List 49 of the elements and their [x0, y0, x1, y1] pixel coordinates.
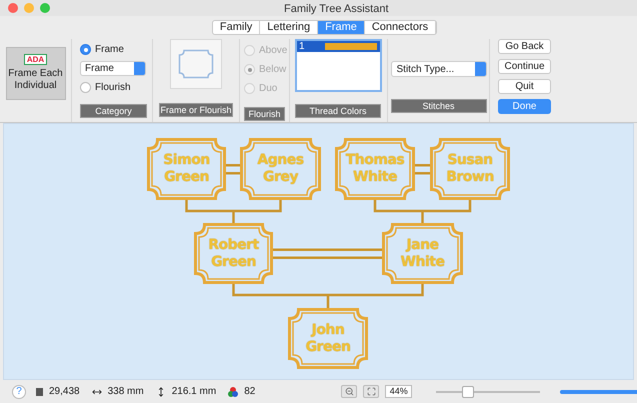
fit-button[interactable] — [363, 385, 380, 398]
marriage-line — [226, 164, 240, 174]
window-title: Family Tree Assistant — [284, 2, 389, 17]
stitch-type-select[interactable]: Stitch Type... — [390, 61, 486, 77]
stitch-icon — [36, 388, 43, 396]
frame-icon: ADA — [24, 54, 48, 65]
section-label: Flourish — [244, 107, 285, 121]
action-button[interactable]: Continue — [498, 59, 551, 74]
zoom-field[interactable]: 44% — [385, 385, 412, 398]
thread-color-item[interactable]: 1 — [297, 41, 380, 52]
slider-thumb[interactable] — [462, 386, 474, 398]
radio-label: Flourish — [95, 81, 131, 95]
minimize-button[interactable] — [24, 3, 34, 13]
fit-icon — [366, 387, 376, 396]
name-frame: Susan Brown — [430, 138, 510, 200]
tab[interactable]: Family — [212, 21, 260, 34]
colors-icon — [228, 386, 238, 396]
zoom-button[interactable] — [40, 3, 50, 13]
color-count: 82 — [244, 385, 256, 399]
name-frame: Agnes Grey — [240, 138, 321, 200]
frame-each-button[interactable]: ADA Frame Each Individual — [6, 47, 66, 100]
radio-button[interactable] — [80, 82, 91, 93]
radio-label: Frame — [95, 43, 124, 57]
close-button[interactable] — [8, 3, 18, 13]
name-frame: Thomas White — [335, 138, 415, 200]
name-frame: John Green — [288, 308, 368, 369]
zoom-out-icon — [344, 387, 354, 396]
width-value: 338 mm — [108, 385, 144, 399]
section-label: Frame or Flourish — [159, 103, 233, 117]
thread-color-list[interactable]: 1 — [295, 39, 382, 92]
name-frame: Jane White — [382, 223, 463, 284]
marriage-line — [415, 164, 430, 174]
frame-select[interactable]: Frame — [80, 61, 146, 76]
stitch-count: 29,438 — [49, 385, 80, 399]
action-button[interactable]: Quit — [498, 79, 551, 94]
radio-label: Above — [259, 44, 288, 58]
radio-label: Below — [259, 63, 286, 77]
name-frame: Robert Green — [194, 223, 273, 284]
section-label: Thread Colors — [295, 104, 381, 118]
radio-label: Duo — [259, 82, 278, 96]
name-frame: Simon Green — [147, 138, 226, 200]
radio-button[interactable] — [80, 44, 91, 55]
height-value: 216.1 mm — [172, 385, 216, 399]
action-button[interactable]: Go Back — [498, 39, 551, 54]
zoom-out-button[interactable] — [341, 385, 358, 398]
section-label: Stitches — [390, 99, 486, 113]
section-label: Category — [80, 104, 147, 118]
tab[interactable]: Connectors — [364, 21, 436, 34]
frame-shape-icon — [178, 49, 214, 79]
